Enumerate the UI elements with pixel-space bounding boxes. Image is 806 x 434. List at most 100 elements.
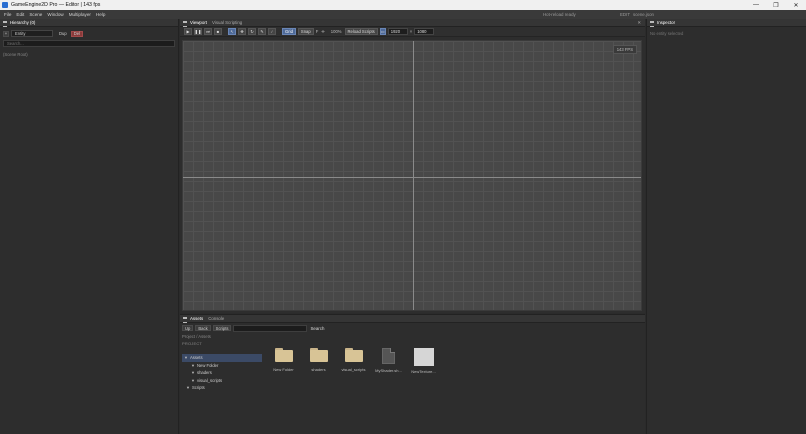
file-icon xyxy=(382,348,395,364)
tab-visual-scripting[interactable]: Visual Scripting xyxy=(212,20,242,25)
menu-help[interactable]: Help xyxy=(96,12,105,17)
scene-root-label[interactable]: (Scene Root) xyxy=(3,52,178,57)
select-tool-icon[interactable]: ↖ xyxy=(228,28,236,35)
asset-tile-shaders[interactable]: shaders xyxy=(301,348,336,374)
move-tool-icon[interactable]: ✥ xyxy=(238,28,246,35)
menu-file[interactable]: File xyxy=(4,12,11,17)
asset-label: visual_scripts xyxy=(341,367,366,372)
breadcrumb: Project / Assets xyxy=(182,334,211,339)
menu-lines-icon[interactable] xyxy=(3,20,7,27)
y-axis-line xyxy=(413,41,414,310)
menu-scene[interactable]: Scene xyxy=(29,12,42,17)
chevron-down-icon: ▼ xyxy=(184,355,188,361)
step-icon[interactable]: ⏭ xyxy=(204,28,212,35)
fps-badge: 143 FPS xyxy=(612,45,637,54)
project-section-label: PROJECT xyxy=(182,341,203,346)
close-tab-icon[interactable]: ✕ xyxy=(637,20,641,26)
assets-panel: Assets Console Up Back Scripts Search Pr… xyxy=(180,314,645,434)
edit-mode-label: EDIT xyxy=(620,12,631,17)
viewport-tabs: Viewport Visual Scripting ✕ xyxy=(180,19,645,27)
inspector-empty-message: No entity selected xyxy=(650,31,684,36)
window-controls: — ❐ ✕ xyxy=(746,0,806,10)
menu-bar: File Edit Scene Window Multiplayer Help … xyxy=(0,10,806,19)
window-title: GameEngine2D Pro — Editor | 143 fps xyxy=(11,2,101,8)
resolution-icon[interactable]: ▭ xyxy=(379,28,386,35)
scene-canvas[interactable]: 143 FPS xyxy=(182,40,642,311)
tab-console[interactable]: Console xyxy=(208,316,224,321)
tree-item-scripts[interactable]: ▼ Scripts xyxy=(182,384,262,392)
window-titlebar: GameEngine2D Pro — Editor | 143 fps — ❐ … xyxy=(0,0,806,10)
chevron-down-icon: ▼ xyxy=(186,385,190,391)
asset-tile-myshader[interactable]: MyShader.sh... xyxy=(371,348,406,374)
tree-item-label: New Folder xyxy=(196,362,219,368)
rotate-tool-icon[interactable]: ↻ xyxy=(248,28,256,35)
tree-item-label: visual_scripts xyxy=(196,377,223,383)
tab-assets[interactable]: Assets xyxy=(190,316,203,321)
center-view-icon[interactable]: ✛ xyxy=(321,29,325,34)
up-button[interactable]: Up xyxy=(182,325,194,331)
menu-window[interactable]: Window xyxy=(47,12,63,17)
folder-icon xyxy=(274,348,293,362)
folder-icon xyxy=(344,348,363,362)
menu-lines-icon[interactable] xyxy=(183,316,187,323)
hierarchy-title: Hierarchy (0) xyxy=(10,20,36,25)
back-button[interactable]: Back xyxy=(195,325,211,331)
brush-tool-icon[interactable]: ✎ xyxy=(258,28,266,35)
asset-tile-visual-scripts[interactable]: visual_scripts xyxy=(336,348,371,374)
stop-icon[interactable]: ■ xyxy=(214,28,222,35)
hierarchy-header: Hierarchy (0) xyxy=(0,19,178,27)
asset-label: New Folder xyxy=(273,367,294,372)
menu-lines-icon[interactable] xyxy=(183,20,187,27)
tree-item-assets[interactable]: ▼ Assets xyxy=(182,354,262,362)
asset-tile-new-texture[interactable]: NewTexture... xyxy=(406,348,441,374)
asset-tile-new-folder[interactable]: New Folder xyxy=(266,348,301,374)
x-axis-line xyxy=(183,177,641,178)
eyedropper-tool-icon[interactable]: ⁄ xyxy=(268,28,276,35)
snap-toggle-button[interactable]: Snap xyxy=(297,28,314,35)
assets-tabs: Assets Console xyxy=(180,315,645,323)
inspector-header: Inspector xyxy=(647,19,806,27)
resolution-height-input[interactable]: 1080 xyxy=(414,28,435,35)
asset-label: shaders xyxy=(311,367,326,372)
search-button[interactable]: Search xyxy=(310,326,324,331)
menu-lines-icon[interactable] xyxy=(650,20,654,27)
grid-toggle-button[interactable]: Grid xyxy=(282,28,296,35)
delete-button[interactable]: Del xyxy=(70,30,83,37)
tree-item-visual-scripts[interactable]: ▼ visual_scripts xyxy=(182,377,262,385)
hierarchy-toolbar: + Entity Dup Del xyxy=(0,30,178,37)
scripts-button[interactable]: Scripts xyxy=(212,325,232,331)
hierarchy-panel: Hierarchy (0) + Entity Dup Del Search...… xyxy=(0,19,179,434)
tree-item-label: shaders xyxy=(196,370,212,376)
chevron-down-icon: ▼ xyxy=(191,362,195,368)
viewport-toolbar: ▶ ❚❚ ⏭ ■ ↖ ✥ ↻ ✎ ⁄ Grid Snap F ✛ 100% Re… xyxy=(180,27,645,37)
pause-icon[interactable]: ❚❚ xyxy=(194,28,202,35)
duplicate-button[interactable]: Dup xyxy=(56,31,70,37)
menu-multiplayer[interactable]: Multiplayer xyxy=(69,12,91,17)
assets-search-input[interactable] xyxy=(233,324,308,332)
close-button[interactable]: ✕ xyxy=(786,0,806,10)
maximize-button[interactable]: ❐ xyxy=(766,0,786,10)
menu-edit[interactable]: Edit xyxy=(16,12,24,17)
play-icon[interactable]: ▶ xyxy=(184,28,192,35)
resolution-width-input[interactable]: 1920 xyxy=(387,28,408,35)
app-logo-icon xyxy=(2,2,8,8)
hot-reload-status: Hot-reload ready xyxy=(543,12,576,17)
chevron-down-icon: ▼ xyxy=(191,370,195,376)
tree-item-new-folder[interactable]: ▼ New Folder xyxy=(182,362,262,370)
assets-toolbar: Up Back Scripts Search xyxy=(180,323,645,333)
frame-button[interactable]: F xyxy=(316,29,319,34)
minimize-button[interactable]: — xyxy=(746,0,766,10)
asset-tree: ▼ Assets ▼ New Folder ▼ shaders ▼ visual… xyxy=(182,354,262,392)
tree-item-shaders[interactable]: ▼ shaders xyxy=(182,369,262,377)
entity-name-input[interactable]: Entity xyxy=(11,30,53,37)
tab-viewport[interactable]: Viewport xyxy=(190,20,207,25)
texture-icon xyxy=(413,348,434,366)
hierarchy-search-input[interactable]: Search... xyxy=(3,40,175,47)
folder-icon xyxy=(309,348,328,362)
viewport-panel: Viewport Visual Scripting ✕ ▶ ❚❚ ⏭ ■ ↖ ✥… xyxy=(180,19,645,313)
inspector-panel: Inspector No entity selected xyxy=(646,19,806,434)
reload-scripts-button[interactable]: Reload Scripts xyxy=(344,28,378,35)
zoom-level: 100% xyxy=(330,29,342,34)
chevron-down-icon: ▼ xyxy=(191,377,195,383)
add-entity-button[interactable]: + xyxy=(3,30,9,37)
